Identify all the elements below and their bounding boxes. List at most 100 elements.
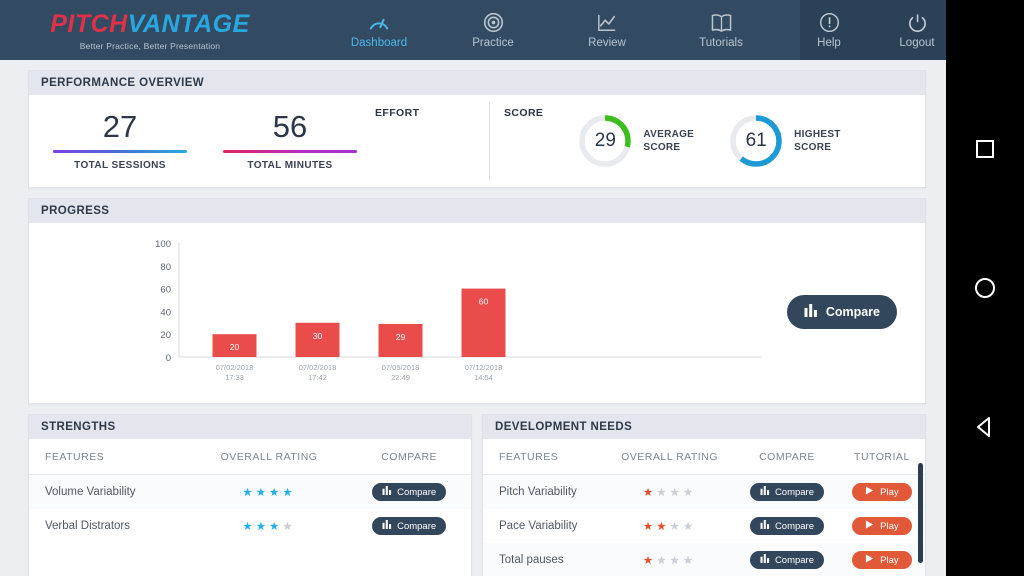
tutorial-cell: Play (839, 509, 925, 543)
dev-col-rating: OVERALL RATING (603, 439, 736, 475)
play-button-label: Play (880, 486, 899, 498)
nav-label-help: Help (817, 36, 841, 49)
app-viewport: PITCHVANTAGE Better Practice, Better Pre… (0, 0, 946, 576)
home-circle-icon[interactable] (963, 266, 1007, 310)
rating-stars: ★★★★ (642, 555, 697, 567)
nav-item-help[interactable]: Help (800, 12, 858, 49)
top-navigation-bar: PITCHVANTAGE Better Practice, Better Pre… (0, 0, 946, 60)
gauge-highest-score: 61 HIGHEST SCORE (728, 113, 841, 169)
table-row: Volume Variability ★★★★ Compare (29, 474, 471, 510)
line-chart-icon (596, 12, 618, 34)
compare-button[interactable]: Compare (749, 551, 825, 569)
dev-col-tutorial: TUTORIAL (838, 439, 925, 475)
average-score-value: 29 (594, 130, 616, 151)
compare-button-label: Compare (774, 520, 815, 532)
play-button[interactable]: Play (852, 517, 912, 535)
compare-cell: Compare (347, 509, 471, 543)
progress-bar-chart: 0204060801002007/02/201817:333007/02/201… (155, 239, 761, 382)
recents-square-icon[interactable] (963, 127, 1007, 171)
metric-total-minutes: 56 TOTAL MINUTES (205, 111, 375, 171)
nav-label-tutorials: Tutorials (699, 36, 743, 49)
play-icon (865, 486, 874, 498)
section-divider (489, 102, 490, 180)
svg-text:07/12/2018: 07/12/2018 (465, 363, 503, 372)
progress-panel: PROGRESS 0 20 40 60 80 100 20 07/02/2018 17:33 30… (28, 198, 926, 404)
svg-text:07/02/2018: 07/02/2018 (216, 363, 254, 372)
play-button[interactable]: Play (852, 483, 912, 501)
svg-text:100: 100 (155, 239, 171, 250)
strengths-table: FEATURES OVERALL RATING COMPARE Volume V… (29, 439, 471, 543)
average-score-label-line2: SCORE (643, 142, 681, 153)
svg-text:30: 30 (313, 331, 323, 341)
average-score-gauge: 29 (577, 113, 633, 169)
metric-total-sessions: 27 TOTAL SESSIONS (35, 111, 205, 171)
svg-text:07/02/2018: 07/02/2018 (299, 363, 337, 372)
play-button[interactable]: Play (852, 551, 912, 569)
compare-button[interactable]: Compare (749, 517, 825, 535)
bar-chart-icon (760, 554, 770, 566)
exclamation-circle-icon (819, 12, 840, 34)
nav-label-practice: Practice (472, 36, 514, 49)
back-triangle-icon[interactable] (963, 405, 1007, 449)
development-needs-header-row: FEATURES OVERALL RATING COMPARE TUTORIAL (483, 439, 925, 475)
primary-nav: Dashboard Practice Review Tutorials (300, 0, 800, 60)
svg-text:29: 29 (396, 332, 406, 342)
strengths-col-features: FEATURES (29, 439, 191, 475)
logo-tagline: Better Practice, Better Presentation (79, 40, 221, 51)
effort-label: EFFORT (375, 107, 420, 119)
compare-button[interactable]: Compare (372, 517, 447, 535)
svg-text:20: 20 (160, 330, 171, 341)
app-logo[interactable]: PITCHVANTAGE Better Practice, Better Pre… (0, 0, 300, 60)
table-row: Pace Variability ★★★★ Compare Play (483, 509, 925, 543)
svg-text:17:33: 17:33 (225, 373, 244, 382)
svg-text:60: 60 (479, 297, 489, 307)
table-row: Verbal Distrators ★★★★ Compare (29, 509, 471, 543)
nav-label-logout: Logout (899, 36, 935, 49)
feature-name: Pace Variability (499, 520, 578, 532)
compare-button[interactable]: Compare (372, 483, 447, 501)
compare-button[interactable]: Compare (749, 483, 825, 501)
play-icon (865, 554, 874, 566)
strengths-panel: STRENGTHS FEATURES OVERALL RATING COMPAR… (28, 414, 472, 576)
table-row: Total pauses ★★★★ Compare Play (483, 543, 925, 576)
development-needs-scrollbar[interactable] (918, 463, 923, 563)
compare-button-label: Compare (774, 554, 815, 566)
speedometer-icon (368, 12, 390, 34)
total-minutes-value: 56 (272, 109, 308, 144)
nav-item-logout[interactable]: Logout (888, 12, 946, 49)
compare-button-label: Compare (397, 486, 437, 498)
nav-item-review[interactable]: Review (572, 12, 642, 49)
svg-text:17:42: 17:42 (308, 373, 327, 382)
svg-text:60: 60 (160, 285, 171, 296)
secondary-nav: Help Logout (800, 0, 946, 60)
compare-cell: Compare (735, 475, 839, 510)
nav-item-dashboard[interactable]: Dashboard (344, 12, 414, 49)
average-score-label: AVERAGE SCORE (643, 128, 694, 155)
strengths-col-rating: OVERALL RATING (190, 439, 348, 475)
nav-item-tutorials[interactable]: Tutorials (686, 12, 756, 49)
average-score-label-line1: AVERAGE (643, 128, 695, 140)
compare-button-progress[interactable]: Compare (786, 295, 897, 329)
svg-text:20: 20 (230, 342, 240, 352)
compare-cell: Compare (347, 475, 471, 510)
effort-section: 27 TOTAL SESSIONS 56 TOTAL MINUTES EFFOR… (35, 95, 487, 187)
strengths-table-body: Volume Variability ★★★★ Compare Verbal Dist… (29, 474, 471, 544)
bar-chart-icon (804, 304, 818, 320)
dev-col-features: FEATURES (483, 439, 604, 475)
highest-score-label: HIGHEST SCORE (794, 128, 841, 155)
highest-score-value: 61 (745, 130, 767, 151)
score-section: SCORE 29 AVERAGE SCORE 61 HIGHEST SCORE (504, 95, 919, 187)
total-minutes-label: TOTAL MINUTES (247, 160, 333, 171)
compare-button-label: Compare (825, 305, 880, 319)
highest-score-gauge: 61 (728, 113, 784, 169)
rating-stars: ★★★★ (242, 487, 296, 499)
feature-name: Verbal Distrators (45, 520, 131, 532)
dev-col-compare: COMPARE (735, 439, 839, 475)
bar-chart-icon (760, 520, 770, 532)
progress-body: 0 20 40 60 80 100 20 07/02/2018 17:33 30 07/02/201… (29, 223, 925, 403)
nav-item-practice[interactable]: Practice (458, 12, 528, 49)
development-needs-panel: DEVELOPMENT NEEDS FEATURES OVERALL RATIN… (482, 414, 926, 576)
bar-chart-icon (382, 520, 392, 532)
compare-button-label: Compare (397, 520, 437, 532)
svg-text:14:54: 14:54 (474, 373, 493, 382)
